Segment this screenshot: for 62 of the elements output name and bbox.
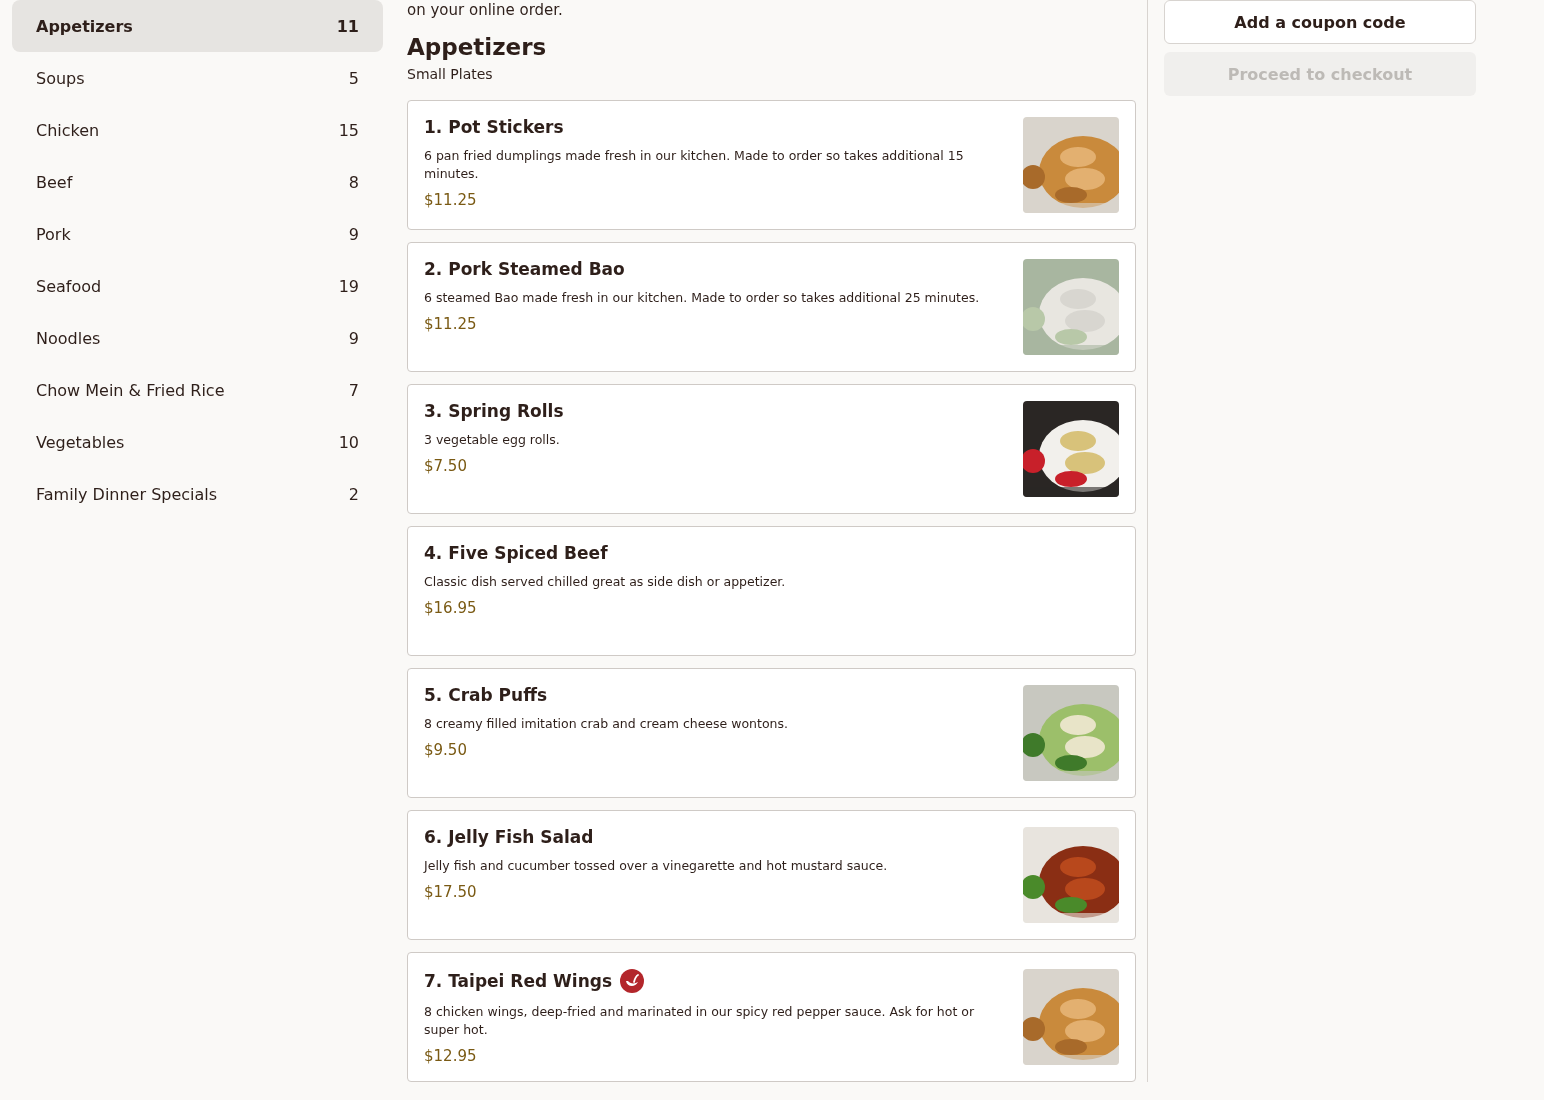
category-item[interactable]: Soups 5	[12, 52, 383, 104]
item-description: 8 creamy filled imitation crab and cream cheese wontons.	[424, 715, 789, 733]
category-count: 19	[338, 276, 359, 296]
category-name: Vegetables	[36, 432, 125, 452]
category-count: 5	[348, 68, 359, 88]
item-price: $12.95	[424, 1047, 478, 1065]
item-price: $11.25	[424, 191, 478, 209]
item-price: $11.25	[424, 315, 478, 333]
category-item[interactable]: Vegetables 10	[12, 416, 383, 468]
section-title: Appetizers	[407, 34, 548, 60]
item-name: 5. Crab Puffs	[424, 685, 548, 705]
section-subtitle: Small Plates	[407, 66, 494, 82]
category-name: Appetizers	[36, 16, 133, 36]
category-name: Family Dinner Specials	[36, 484, 218, 504]
category-item[interactable]: Beef 8	[12, 156, 383, 208]
item-description: 6 pan fried dumplings made fresh in our kitchen. Made to order so takes additional 15 minutes.	[424, 147, 965, 183]
item-name: 6. Jelly Fish Salad	[424, 827, 594, 847]
category-count: 9	[348, 224, 359, 244]
category-item[interactable]: Appetizers 11	[12, 0, 383, 52]
category-count: 11	[336, 16, 359, 36]
item-price: $7.50	[424, 457, 468, 475]
category-count: 8	[348, 172, 359, 192]
category-name: Pork	[36, 224, 71, 244]
category-name: Noodles	[36, 328, 101, 348]
item-name: 1. Pot Stickers	[424, 117, 564, 137]
category-count: 10	[338, 432, 359, 452]
category-name: Soups	[36, 68, 85, 88]
intro-text: on your online order.	[407, 0, 564, 20]
category-count: 15	[338, 120, 359, 140]
category-item[interactable]: Pork 9	[12, 208, 383, 260]
category-name: Beef	[36, 172, 73, 192]
menu-item-card[interactable]: 1. Pot Stickers 6 pan fried dumplings made fresh in our kitchen. Made to order so takes additional 15 minutes. $11.25	[407, 100, 1136, 230]
category-item[interactable]: Chow Mein & Fried Rice 7	[12, 364, 383, 416]
category-item[interactable]: Family Dinner Specials 2	[12, 468, 383, 520]
item-description: 6 steamed Bao made fresh in our kitchen. Made to order so takes additional 25 minutes.	[424, 289, 981, 307]
menu-item-card[interactable]: 3. Spring Rolls 3 vegetable egg rolls. $7.50	[407, 384, 1136, 514]
category-item[interactable]: Noodles 9	[12, 312, 383, 364]
menu-item-card[interactable]: 4. Five Spiced Beef Classic dish served chilled great as side dish or appetizer. $16.95	[407, 526, 1136, 656]
category-name: Chow Mein & Fried Rice	[36, 380, 225, 400]
category-name: Seafood	[36, 276, 102, 296]
item-name: 3. Spring Rolls	[424, 401, 564, 421]
item-name: 7. Taipei Red Wings	[424, 971, 613, 991]
item-name: 4. Five Spiced Beef	[424, 543, 608, 563]
item-description: 8 chicken wings, deep-fried and marinated in our spicy red pepper sauce. Ask for hot or super hot.	[424, 1003, 976, 1039]
item-price: $16.95	[424, 599, 478, 617]
item-description: 3 vegetable egg rolls.	[424, 431, 561, 449]
menu-item-card[interactable]: 6. Jelly Fish Salad Jelly fish and cucumber tossed over a vinegarette and hot mustard sauce. $17.50	[407, 810, 1136, 940]
category-item[interactable]: Seafood 19	[12, 260, 383, 312]
menu-item-card[interactable]: 5. Crab Puffs 8 creamy filled imitation crab and cream cheese wontons. $9.50	[407, 668, 1136, 798]
item-price: $17.50	[424, 883, 478, 901]
menu-item-card[interactable]: 7. Taipei Red Wings 8 chicken wings, deep-fried and marinated in our spicy red pepper sauce. Ask for hot or super hot. $12.95	[407, 952, 1136, 1082]
item-description: Classic dish served chilled great as side dish or appetizer.	[424, 573, 787, 591]
category-item[interactable]: Chicken 15	[12, 104, 383, 156]
coupon-button[interactable]: Add a coupon code	[1164, 0, 1476, 44]
category-count: 2	[348, 484, 359, 504]
category-name: Chicken	[36, 120, 100, 140]
item-price: $9.50	[424, 741, 468, 759]
item-name: 2. Pork Steamed Bao	[424, 259, 625, 279]
item-description: Jelly fish and cucumber tossed over a vinegarette and hot mustard sauce.	[424, 857, 889, 875]
menu-item-card[interactable]: 2. Pork Steamed Bao 6 steamed Bao made fresh in our kitchen. Made to order so takes additional 25 minutes. $11.25	[407, 242, 1136, 372]
category-count: 7	[348, 380, 359, 400]
category-count: 9	[348, 328, 359, 348]
